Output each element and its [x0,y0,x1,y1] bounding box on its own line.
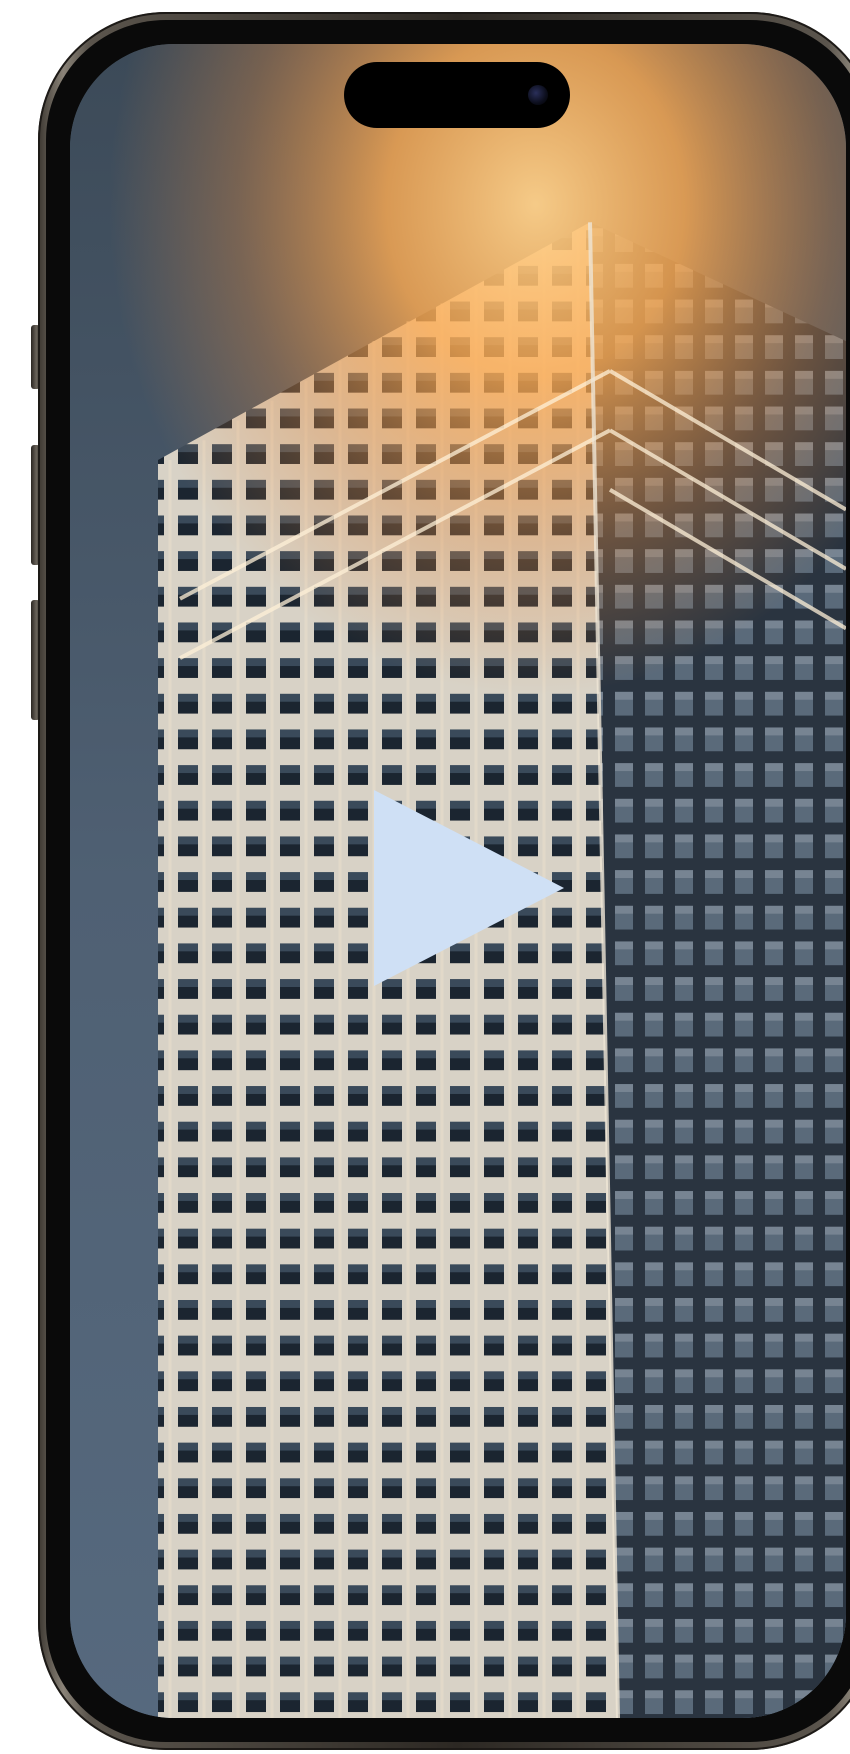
play-icon [374,790,564,986]
phone-mockup-stage [0,0,850,1754]
dynamic-island [344,62,570,128]
front-camera-icon [528,85,548,105]
play-button[interactable] [374,790,564,986]
